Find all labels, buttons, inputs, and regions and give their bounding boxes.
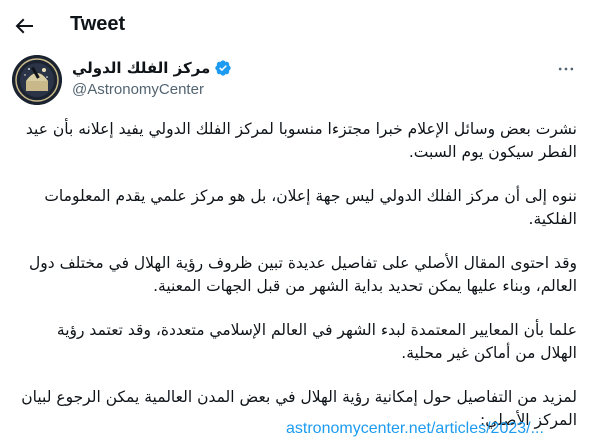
article-link[interactable]: astronomycenter.net/articles/2023/... xyxy=(286,420,544,438)
tweet-author: مركز الفلك الدولي @AstronomyCenter xyxy=(12,55,582,105)
user-handle[interactable]: @AstronomyCenter xyxy=(72,81,204,98)
tweet-text: نشرت بعض وسائل الإعلام خبرا مجتزءا منسوب… xyxy=(16,118,577,447)
tweet-header: Tweet xyxy=(0,0,594,53)
more-options-icon[interactable] xyxy=(556,59,576,79)
display-name[interactable]: مركز الفلك الدولي xyxy=(72,59,210,77)
avatar[interactable] xyxy=(12,55,62,105)
tweet-paragraph-3: وقد احتوى المقال الأصلي على تفاصيل عديدة… xyxy=(29,254,577,295)
verified-badge-icon xyxy=(215,60,232,76)
arrow-left-icon[interactable] xyxy=(12,14,36,38)
tweet-paragraph-2: ننوه إلى أن مركز الفلك الدولي ليس جهة إع… xyxy=(44,187,577,228)
tweet-paragraph-4: علما بأن المعايير المعتمدة لبدء الشهر في… xyxy=(56,321,577,362)
page-title: Tweet xyxy=(70,13,126,35)
name-row: مركز الفلك الدولي xyxy=(72,59,232,77)
observatory-logo-icon xyxy=(12,55,62,105)
tweet-paragraph-1: نشرت بعض وسائل الإعلام خبرا مجتزءا منسوب… xyxy=(25,120,577,161)
